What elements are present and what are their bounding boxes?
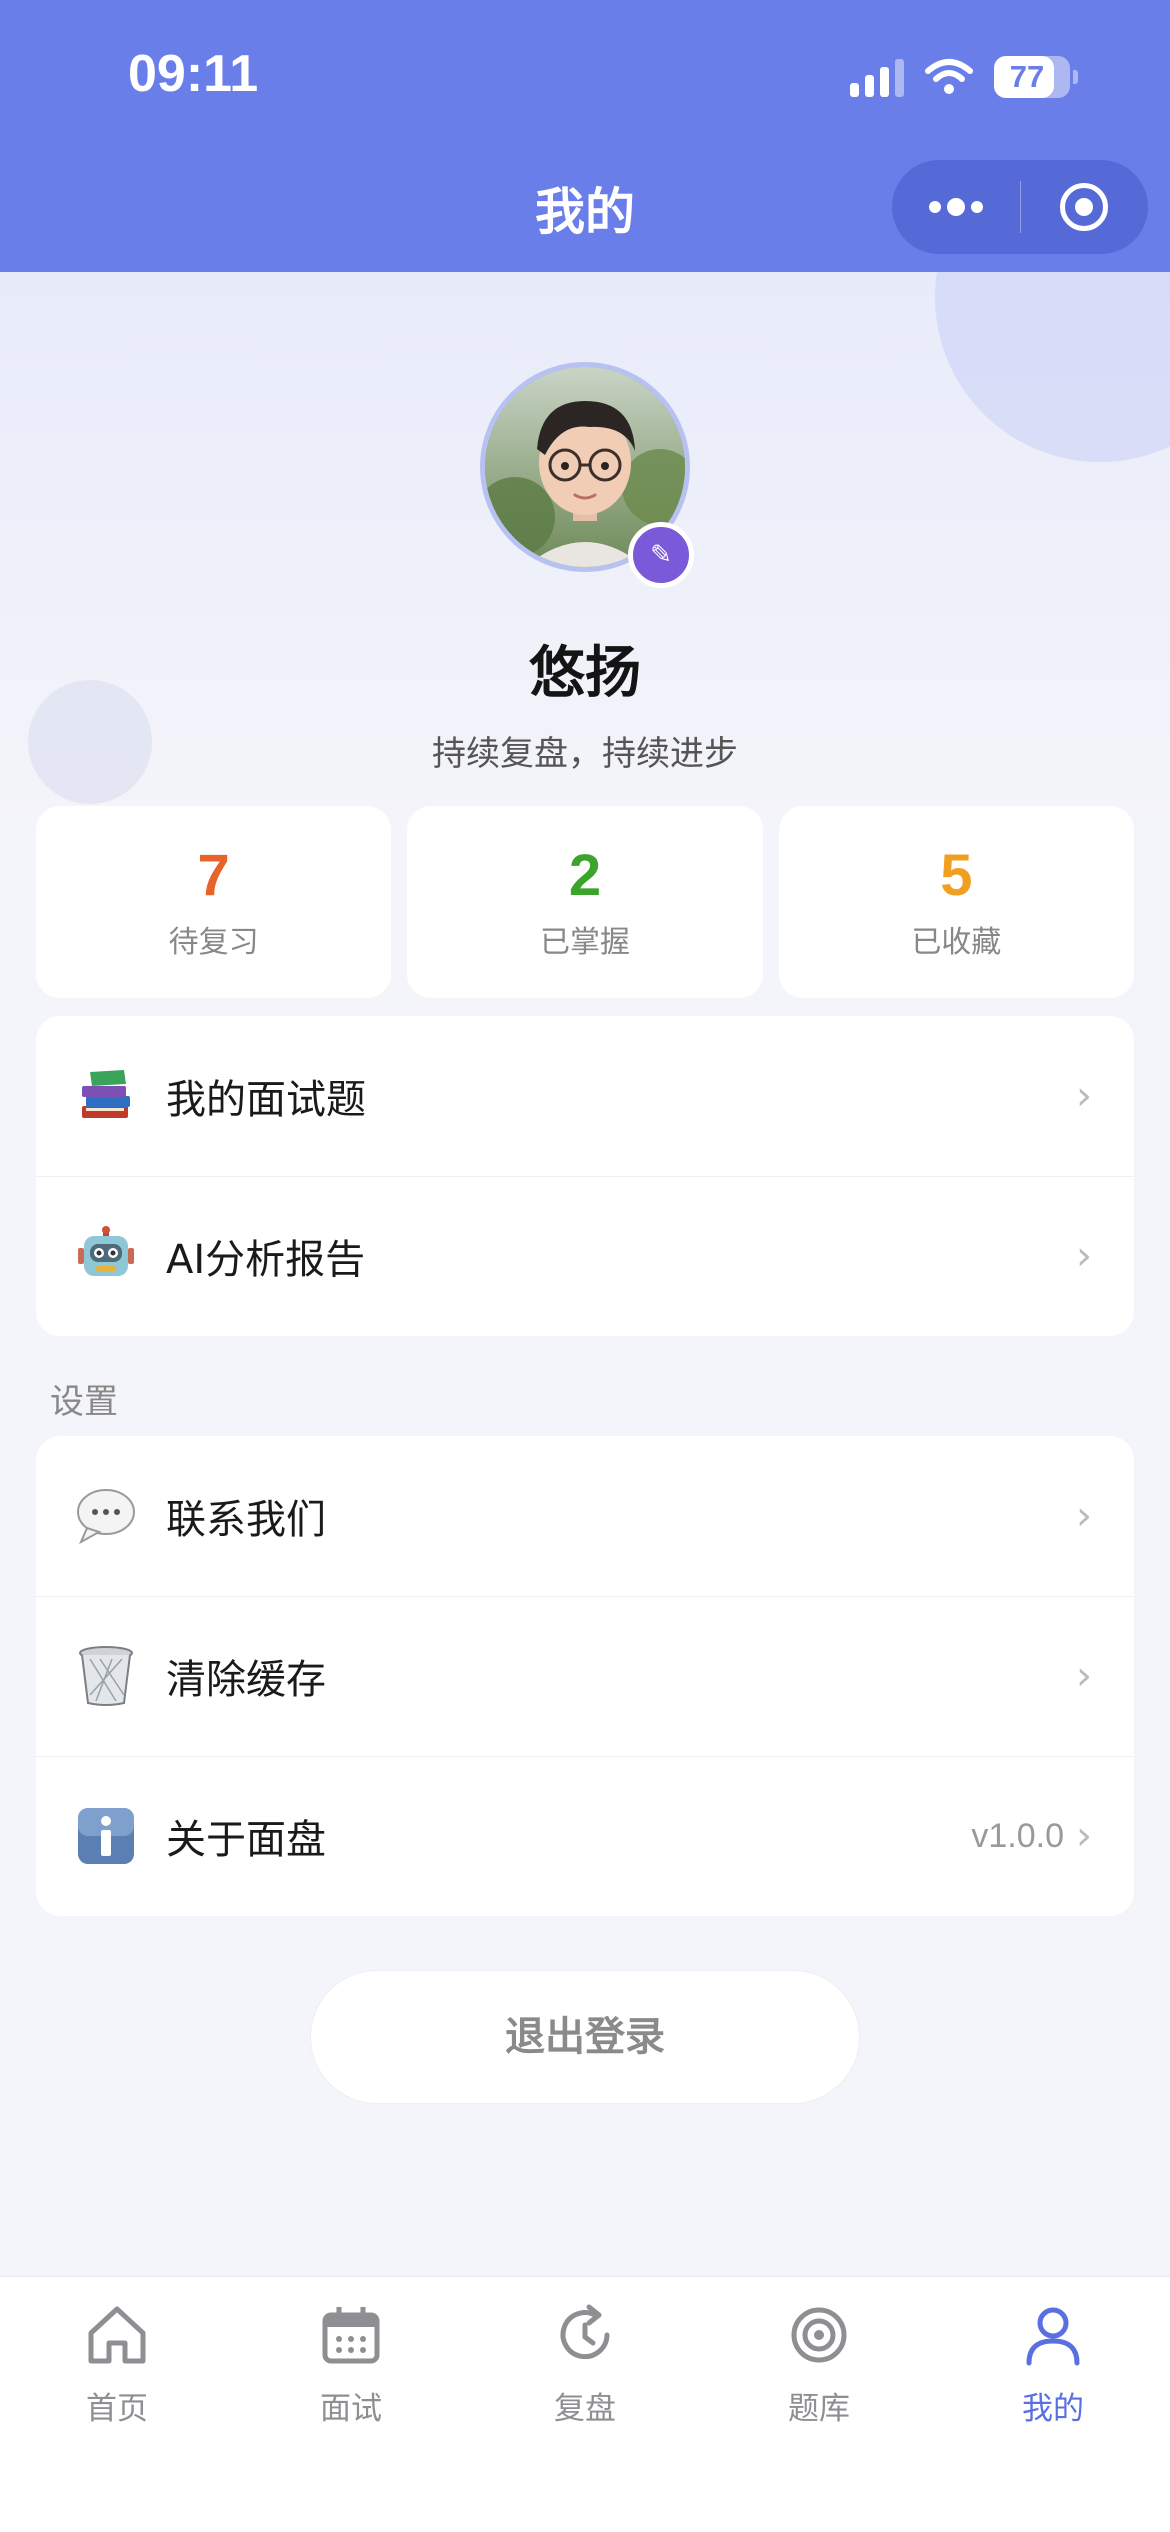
tab-interview[interactable]: 面试 — [234, 2277, 468, 2532]
profile-motto: 持续复盘，持续进步 — [432, 734, 738, 774]
stat-label: 待复习 — [168, 925, 259, 960]
stat-label: 已掌握 — [539, 925, 630, 960]
more-dots-icon — [928, 198, 983, 216]
app-version: v1.0.0 — [971, 1816, 1064, 1855]
more-button[interactable] — [892, 160, 1020, 254]
menu-item-label: 我的面试题 — [166, 1077, 366, 1123]
tab-label: 题库 — [788, 2391, 850, 2427]
stats-row: 7 待复习 2 已掌握 5 已收藏 — [36, 806, 1134, 998]
tab-label: 复盘 — [554, 2391, 616, 2427]
close-mini-program-button[interactable] — [1021, 160, 1149, 254]
menu-item-clear-cache[interactable]: 清除缓存 › — [36, 1596, 1134, 1756]
chevron-right-icon: › — [1076, 1073, 1092, 1119]
menu-item-label: 清除缓存 — [166, 1657, 326, 1703]
menu-item-my-questions[interactable]: 我的面试题 › — [36, 1016, 1134, 1176]
stat-pending-review[interactable]: 7 待复习 — [36, 806, 392, 998]
mini-program-capsule — [892, 160, 1148, 254]
stat-label: 已收藏 — [911, 925, 1002, 960]
tab-bar: 首页 面试 复盘 题库 我的 — [0, 2276, 1170, 2532]
tab-mine[interactable]: 我的 — [936, 2277, 1170, 2532]
history-icon — [560, 2304, 610, 2360]
close-target-icon — [1060, 183, 1109, 231]
status-icons: 77 — [850, 52, 1078, 102]
avatar-container[interactable]: ✎ — [480, 362, 694, 588]
menu-item-label: AI分析报告 — [166, 1237, 366, 1283]
stat-value: 5 — [940, 843, 973, 908]
tab-review[interactable]: 复盘 — [468, 2277, 702, 2532]
settings-card: 联系我们 › 清除缓存 › 关于面盘 v1.0.0 › — [36, 1436, 1134, 1916]
stat-mastered[interactable]: 2 已掌握 — [407, 806, 763, 998]
tab-label: 我的 — [1022, 2391, 1084, 2427]
robot-icon — [74, 1224, 138, 1288]
username: 悠扬 — [529, 641, 641, 706]
menu-item-about[interactable]: 关于面盘 v1.0.0 › — [36, 1756, 1134, 1916]
menu-item-ai-report[interactable]: AI分析报告 › — [36, 1176, 1134, 1336]
books-icon — [74, 1064, 138, 1128]
chevron-right-icon: › — [1076, 1493, 1092, 1539]
menu-item-label: 关于面盘 — [166, 1817, 326, 1863]
pencil-icon: ✎ — [650, 540, 672, 570]
stat-favorited[interactable]: 5 已收藏 — [778, 806, 1134, 998]
edit-avatar-button[interactable]: ✎ — [628, 522, 694, 588]
main-menu-card: 我的面试题 › AI分析报告 › — [36, 1016, 1134, 1336]
tab-label: 首页 — [86, 2391, 148, 2427]
chevron-right-icon: › — [1076, 1653, 1092, 1699]
cellular-signal-icon — [850, 57, 904, 97]
info-icon — [74, 1804, 138, 1868]
home-icon — [88, 2306, 146, 2364]
chevron-right-icon: › — [1076, 1813, 1092, 1859]
stat-value: 2 — [568, 843, 602, 908]
chevron-right-icon: › — [1076, 1233, 1092, 1279]
settings-section-label: 设置 — [50, 1382, 118, 1422]
status-time: 09:11 — [128, 45, 259, 103]
logout-button[interactable]: 退出登录 — [310, 1970, 860, 2104]
decorative-circle — [935, 272, 1170, 462]
battery-icon: 77 — [994, 56, 1078, 98]
user-icon — [1026, 2307, 1080, 2366]
calendar-icon — [322, 2307, 380, 2364]
stat-value: 7 — [197, 843, 230, 908]
menu-item-label: 联系我们 — [166, 1497, 326, 1543]
tab-question-bank[interactable]: 题库 — [702, 2277, 936, 2532]
wifi-icon — [925, 59, 973, 94]
trash-icon — [74, 1644, 138, 1708]
battery-level: 77 — [1009, 59, 1045, 94]
menu-item-contact-us[interactable]: 联系我们 › — [36, 1436, 1134, 1596]
tab-label: 面试 — [320, 2391, 382, 2427]
target-icon — [791, 2307, 847, 2363]
speech-bubble-icon — [74, 1484, 138, 1548]
top-bar: 09:11 77 我的 — [0, 0, 1170, 272]
tab-home[interactable]: 首页 — [0, 2277, 234, 2532]
